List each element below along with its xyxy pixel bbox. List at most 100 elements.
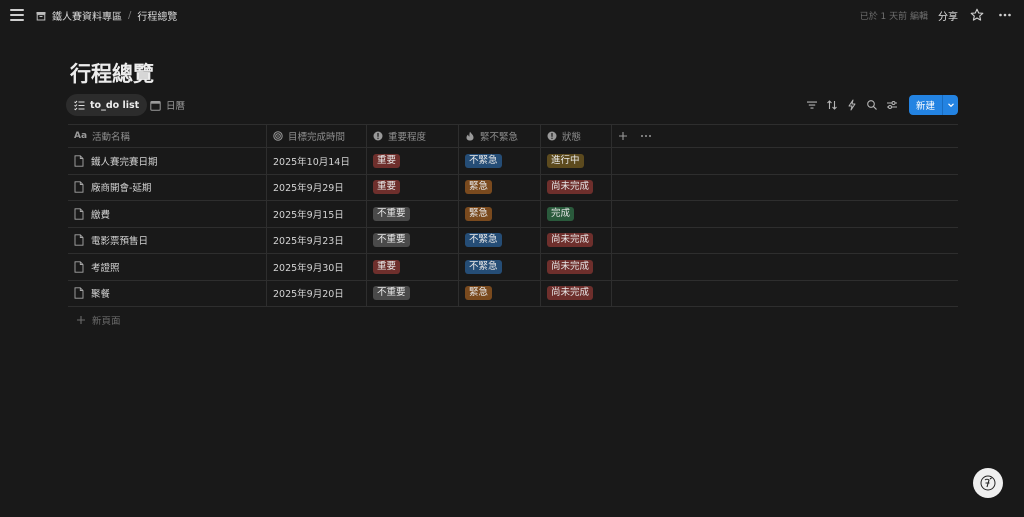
cell-date[interactable]: 2025年9月23日 xyxy=(267,227,367,253)
row-title[interactable]: 繳費 xyxy=(91,207,110,221)
notion-ai-icon xyxy=(980,475,996,491)
cell-empty xyxy=(612,148,958,174)
urgency-tag: 緊急 xyxy=(465,206,493,221)
table-row[interactable]: 考證照 2025年9月30日 重要 不緊急 尚未完成 xyxy=(68,254,958,281)
column-label: 緊不緊急 xyxy=(480,132,519,143)
breadcrumb-page[interactable]: 行程總覽 xyxy=(137,8,177,23)
edited-timestamp: 已於 1 天前 編輯 xyxy=(859,11,928,22)
menu-icon[interactable] xyxy=(10,9,24,21)
cell-empty xyxy=(612,254,958,280)
cell-name[interactable]: 廠商開會-延期 xyxy=(68,174,267,200)
calendar-icon xyxy=(150,100,161,111)
row-title[interactable]: 鐵人賽完賽日期 xyxy=(91,154,158,168)
cell-importance[interactable]: 重要 xyxy=(367,254,459,280)
search-icon[interactable] xyxy=(865,98,879,112)
table-body: 鐵人賽完賽日期 2025年10月14日 重要 不緊急 進行中 廠商開會-延期 2025年9月… xyxy=(68,148,958,307)
date-value: 2025年9月29日 xyxy=(273,183,344,195)
tab-label: 日曆 xyxy=(166,101,186,112)
cell-importance[interactable]: 重要 xyxy=(367,174,459,200)
add-property-icon[interactable] xyxy=(618,131,628,141)
column-label: 重要程度 xyxy=(388,132,427,143)
status-tag: 進行中 xyxy=(547,153,584,168)
cell-name[interactable]: 鐵人賽完賽日期 xyxy=(68,148,267,174)
view-bar: to_do list 日曆 新建 xyxy=(66,94,958,116)
cell-importance[interactable]: 不重要 xyxy=(367,201,459,227)
new-button[interactable]: 新建 xyxy=(908,95,958,115)
cell-importance[interactable]: 重要 xyxy=(367,148,459,174)
share-button[interactable]: 分享 xyxy=(938,8,958,23)
row-title[interactable]: 聚餐 xyxy=(91,286,110,300)
cell-status[interactable]: 完成 xyxy=(541,201,612,227)
cell-status[interactable]: 尚未完成 xyxy=(541,174,612,200)
table-row[interactable]: 繳費 2025年9月15日 不重要 緊急 完成 xyxy=(68,201,958,228)
row-title[interactable]: 電影票預售日 xyxy=(91,233,148,247)
cell-name[interactable]: 考證照 xyxy=(68,254,267,280)
cell-urgency[interactable]: 不緊急 xyxy=(459,227,541,253)
cell-urgency[interactable]: 不緊急 xyxy=(459,254,541,280)
filter-icon[interactable] xyxy=(805,98,819,112)
cell-importance[interactable]: 不重要 xyxy=(367,227,459,253)
cell-status[interactable]: 尚未完成 xyxy=(541,227,612,253)
help-assistant-button[interactable] xyxy=(973,468,1003,498)
page-icon xyxy=(74,181,84,193)
urgency-tag: 不緊急 xyxy=(465,259,502,274)
breadcrumb-workspace[interactable]: 鐵人賽資料專區 xyxy=(52,8,122,23)
column-header-importance[interactable]: 重要程度 xyxy=(367,125,459,147)
cell-urgency[interactable]: 緊急 xyxy=(459,174,541,200)
importance-tag: 重要 xyxy=(373,180,401,195)
cell-urgency[interactable]: 緊急 xyxy=(459,280,541,306)
table-row[interactable]: 電影票預售日 2025年9月23日 不重要 不緊急 尚未完成 xyxy=(68,227,958,254)
column-label: 活動名稱 xyxy=(92,132,131,143)
more-options-icon[interactable] xyxy=(996,6,1014,24)
cell-date[interactable]: 2025年9月20日 xyxy=(267,280,367,306)
urgency-tag: 不緊急 xyxy=(465,153,502,168)
table-header: Aa 活動名稱 目標完成時間 重要程度 緊不緊急 狀態 xyxy=(68,124,958,148)
new-page-button[interactable]: 新頁面 xyxy=(76,313,121,327)
cell-date[interactable]: 2025年9月29日 xyxy=(267,174,367,200)
table-row[interactable]: 鐵人賽完賽日期 2025年10月14日 重要 不緊急 進行中 xyxy=(68,148,958,175)
cell-urgency[interactable]: 緊急 xyxy=(459,201,541,227)
cell-status[interactable]: 尚未完成 xyxy=(541,280,612,306)
exclamation-icon xyxy=(547,131,557,141)
column-header-date[interactable]: 目標完成時間 xyxy=(267,125,367,147)
target-icon xyxy=(273,131,283,141)
table-row[interactable]: 廠商開會-延期 2025年9月29日 重要 緊急 尚未完成 xyxy=(68,174,958,201)
cell-name[interactable]: 繳費 xyxy=(68,201,267,227)
text-type-icon: Aa xyxy=(74,131,88,141)
cell-urgency[interactable]: 不緊急 xyxy=(459,148,541,174)
database-table: Aa 活動名稱 目標完成時間 重要程度 緊不緊急 狀態 鐵人賽完賽日期 2025年… xyxy=(68,124,958,307)
page-icon xyxy=(74,287,84,299)
cell-date[interactable]: 2025年9月30日 xyxy=(267,254,367,280)
urgency-tag: 緊急 xyxy=(465,180,493,195)
more-options-icon[interactable] xyxy=(640,131,652,141)
column-header-urgency[interactable]: 緊不緊急 xyxy=(459,125,541,147)
star-icon[interactable] xyxy=(968,6,986,24)
row-title[interactable]: 考證照 xyxy=(91,260,120,274)
page-icon xyxy=(74,261,84,273)
column-label: 目標完成時間 xyxy=(288,132,346,143)
page-icon xyxy=(74,155,84,167)
chevron-down-icon[interactable] xyxy=(942,95,958,115)
date-value: 2025年9月30日 xyxy=(273,262,344,274)
tab-calendar[interactable]: 日曆 xyxy=(142,94,193,116)
row-title[interactable]: 廠商開會-延期 xyxy=(91,180,151,194)
date-value: 2025年9月23日 xyxy=(273,236,344,248)
sort-icon[interactable] xyxy=(825,98,839,112)
settings-sliders-icon[interactable] xyxy=(885,98,899,112)
automation-icon[interactable] xyxy=(845,98,859,112)
page-icon xyxy=(74,208,84,220)
importance-tag: 不重要 xyxy=(373,233,410,248)
cell-date[interactable]: 2025年10月14日 xyxy=(267,148,367,174)
cell-importance[interactable]: 不重要 xyxy=(367,280,459,306)
cell-date[interactable]: 2025年9月15日 xyxy=(267,201,367,227)
column-header-name[interactable]: Aa 活動名稱 xyxy=(68,125,267,147)
importance-tag: 不重要 xyxy=(373,206,410,221)
column-header-status[interactable]: 狀態 xyxy=(541,125,612,147)
cell-status[interactable]: 尚未完成 xyxy=(541,254,612,280)
cell-name[interactable]: 聚餐 xyxy=(68,280,267,306)
cell-name[interactable]: 電影票預售日 xyxy=(68,227,267,253)
tab-to-do-list[interactable]: to_do list xyxy=(66,94,148,116)
cell-status[interactable]: 進行中 xyxy=(541,148,612,174)
tab-label: to_do list xyxy=(90,99,140,111)
table-row[interactable]: 聚餐 2025年9月20日 不重要 緊急 尚未完成 xyxy=(68,280,958,307)
